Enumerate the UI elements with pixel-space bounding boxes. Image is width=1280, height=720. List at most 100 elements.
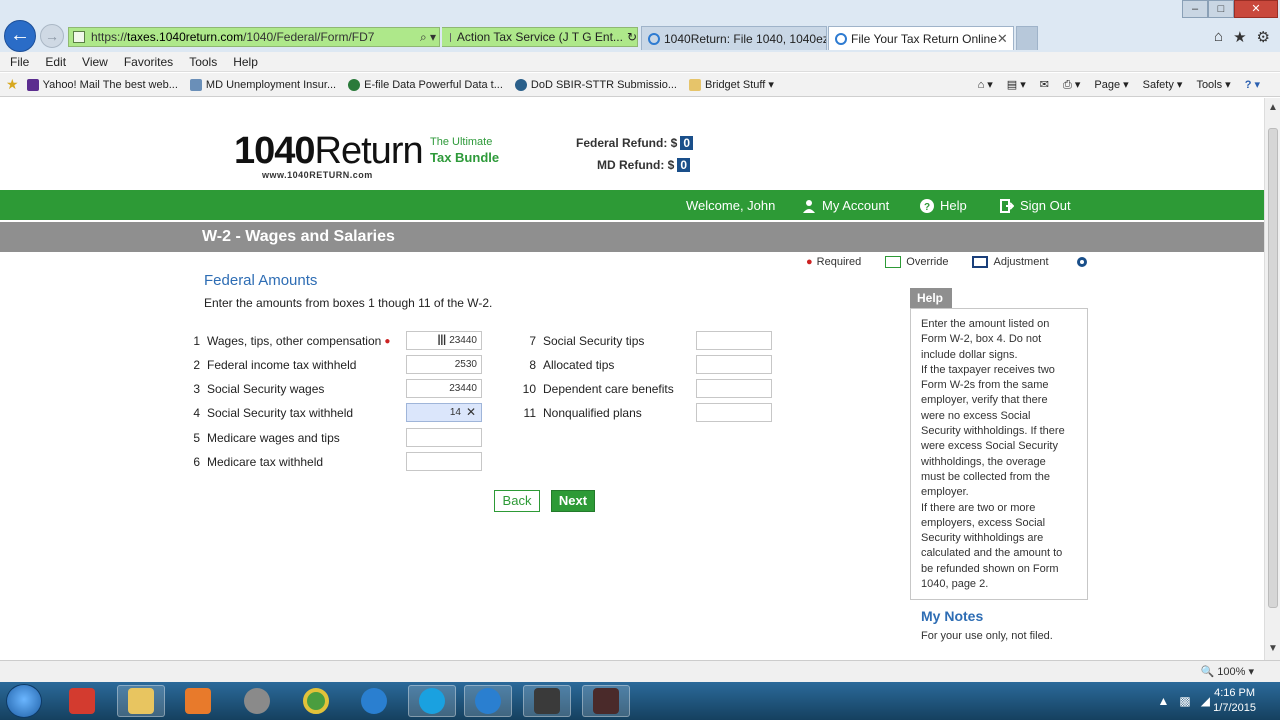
dependent-care-input[interactable] (696, 379, 772, 398)
network-tray-icon[interactable]: ▩ (1179, 694, 1190, 708)
taskbar-app-dark-1[interactable] (523, 685, 571, 717)
home-dropdown-icon[interactable]: ⌂ ▾ (978, 78, 993, 92)
zoom-level[interactable]: 🔍 100% ▾ (1201, 665, 1254, 678)
windows-taskbar: ▲ ▩ ◢ 4:16 PM 1/7/2015 (0, 682, 1280, 720)
menu-tools[interactable]: Tools (189, 55, 217, 69)
user-icon (803, 199, 815, 213)
taskbar-media-player[interactable] (174, 685, 222, 717)
help-line: 1040, page 2. (921, 578, 989, 591)
feeds-icon[interactable]: ▤ ▾ (1007, 78, 1026, 92)
status-bar: 🔍 100% ▾ (0, 660, 1280, 682)
help-label: Help (940, 198, 967, 213)
favorite-dod-sbir[interactable]: DoD SBIR-STTR Submissio... (514, 78, 677, 91)
taskbar-app-dark-2[interactable] (582, 685, 630, 717)
status-circle-icon[interactable] (1076, 257, 1087, 267)
taskbar-ie-active[interactable] (464, 685, 512, 717)
page-menu[interactable]: Page ▾ (1094, 78, 1128, 92)
menu-favorites[interactable]: Favorites (124, 55, 173, 69)
close-window-button[interactable]: ✕ (1234, 0, 1278, 18)
favorite-label: DoD SBIR-STTR Submissio... (530, 78, 677, 91)
address-bar[interactable]: https://taxes.1040return.com/1040/Federa… (68, 27, 440, 47)
menu-edit[interactable]: Edit (45, 55, 66, 69)
close-tab-icon[interactable]: ✕ (997, 31, 1008, 47)
my-account-link[interactable]: My Account (802, 198, 889, 213)
taskbar-network-app[interactable] (233, 685, 281, 717)
home-icon[interactable]: ⌂ (1214, 28, 1223, 46)
skype-icon (419, 688, 445, 714)
medicare-wages-input[interactable] (406, 428, 482, 447)
nonqualified-plans-input[interactable] (696, 403, 772, 422)
back-button[interactable]: Back (494, 490, 540, 512)
allocated-tips-input[interactable] (696, 355, 772, 374)
taskbar-chrome[interactable] (292, 685, 340, 717)
scroll-up-icon[interactable]: ▲ (1268, 102, 1278, 113)
box-number: 3 (193, 382, 200, 396)
favorite-yahoo-mail[interactable]: Yahoo! Mail The best web... (26, 78, 178, 91)
favorite-bridget-stuff[interactable]: Bridget Stuff ▾ (689, 78, 774, 91)
help-circle-icon[interactable]: ? ▾ (1245, 78, 1260, 92)
clear-field-icon[interactable]: ✕ (466, 405, 476, 419)
search-icon[interactable]: ⌕ ▾ (420, 30, 436, 45)
field-label: Allocated tips (543, 358, 615, 372)
next-button[interactable]: Next (551, 490, 595, 512)
tab-1040return[interactable]: 1040Return: File 1040, 1040ez, a... (641, 26, 827, 50)
tab-file-your-tax-return[interactable]: File Your Tax Return Online ✕ (828, 26, 1014, 50)
favorite-md-unemployment[interactable]: MD Unemployment Insur... (189, 78, 336, 91)
taskbar-clock[interactable]: 4:16 PM 1/7/2015 (1213, 686, 1256, 716)
new-tab-button[interactable] (1016, 26, 1038, 50)
security-identity[interactable]: Action Tax Service (J T G Ent... ↻ (442, 27, 638, 47)
favorite-efile-data[interactable]: E-file Data Powerful Data t... (348, 78, 503, 91)
field-legend: ● Required Override Adjustment (806, 256, 1087, 268)
forward-arrow-icon[interactable]: → (40, 24, 64, 48)
address-url[interactable]: https://taxes.1040return.com/1040/Federa… (91, 30, 374, 44)
start-button[interactable] (6, 684, 42, 718)
taskbar-file-explorer[interactable] (117, 685, 165, 717)
required-dot-icon: ● (384, 335, 391, 347)
security-label: Action Tax Service (J T G Ent... (456, 30, 623, 44)
minimize-button[interactable]: – (1182, 0, 1208, 18)
tray-arrow-icon[interactable]: ▲ (1158, 694, 1170, 708)
scroll-down-icon[interactable]: ▼ (1268, 643, 1278, 654)
favorites-star-icon[interactable]: ★ (1233, 28, 1246, 46)
menu-view[interactable]: View (82, 55, 108, 69)
signal-icon[interactable]: ◢ (1201, 694, 1210, 708)
ss-tips-input[interactable] (696, 331, 772, 350)
url-domain: taxes.1040return.com (127, 30, 244, 44)
field-label: Medicare wages and tips (207, 431, 340, 445)
box-number: 10 (522, 382, 536, 396)
menu-file[interactable]: File (10, 55, 29, 69)
print-icon[interactable]: ⎙ ▾ (1063, 78, 1080, 92)
add-favorites-star-icon[interactable]: ★ (6, 76, 19, 93)
ss-wages-input[interactable] (406, 379, 482, 398)
menu-help[interactable]: Help (233, 55, 258, 69)
site-logo[interactable]: 1040Return (234, 130, 424, 173)
mail-icon[interactable]: ✉ (1040, 78, 1049, 92)
help-line: Form W-2, box 4. Do not (921, 333, 1042, 346)
help-line: Enter the amount listed on (921, 318, 1050, 330)
help-panel: Enter the amount listed on Form W-2, box… (910, 308, 1088, 600)
field-row-box6: 6 Medicare tax withheld (188, 452, 323, 472)
scroll-thumb[interactable] (1268, 128, 1278, 608)
md-refund: MD Refund: $0 (597, 158, 691, 172)
refresh-icon[interactable]: ↻ (627, 30, 637, 44)
settings-gear-icon[interactable]: ⚙ (1257, 28, 1270, 46)
sign-out-link[interactable]: Sign Out (1000, 198, 1071, 213)
field-label: Social Security tips (543, 334, 645, 348)
page-icon (189, 78, 202, 91)
safety-menu[interactable]: Safety ▾ (1143, 78, 1183, 92)
tools-menu[interactable]: Tools ▾ (1196, 78, 1230, 92)
medicare-tax-input[interactable] (406, 452, 482, 471)
maximize-button[interactable]: □ (1208, 0, 1234, 18)
taskbar-skype[interactable] (408, 685, 456, 717)
system-tray: ▲ ▩ ◢ (1158, 694, 1210, 708)
back-arrow-icon[interactable]: ← (4, 20, 36, 52)
help-link[interactable]: ? Help (920, 198, 967, 213)
section-title: Federal Amounts (204, 272, 318, 289)
federal-tax-withheld-input[interactable] (406, 355, 482, 374)
vertical-scrollbar[interactable]: ▲ ▼ (1264, 98, 1280, 660)
federal-refund-label: Federal Refund: $ (576, 136, 678, 150)
taskbar-internet-explorer[interactable] (350, 685, 398, 717)
help-line: calculated and the amount to (921, 547, 1063, 560)
taskbar-gadget-app[interactable] (58, 685, 106, 717)
field-label: Social Security tax withheld (207, 406, 354, 420)
